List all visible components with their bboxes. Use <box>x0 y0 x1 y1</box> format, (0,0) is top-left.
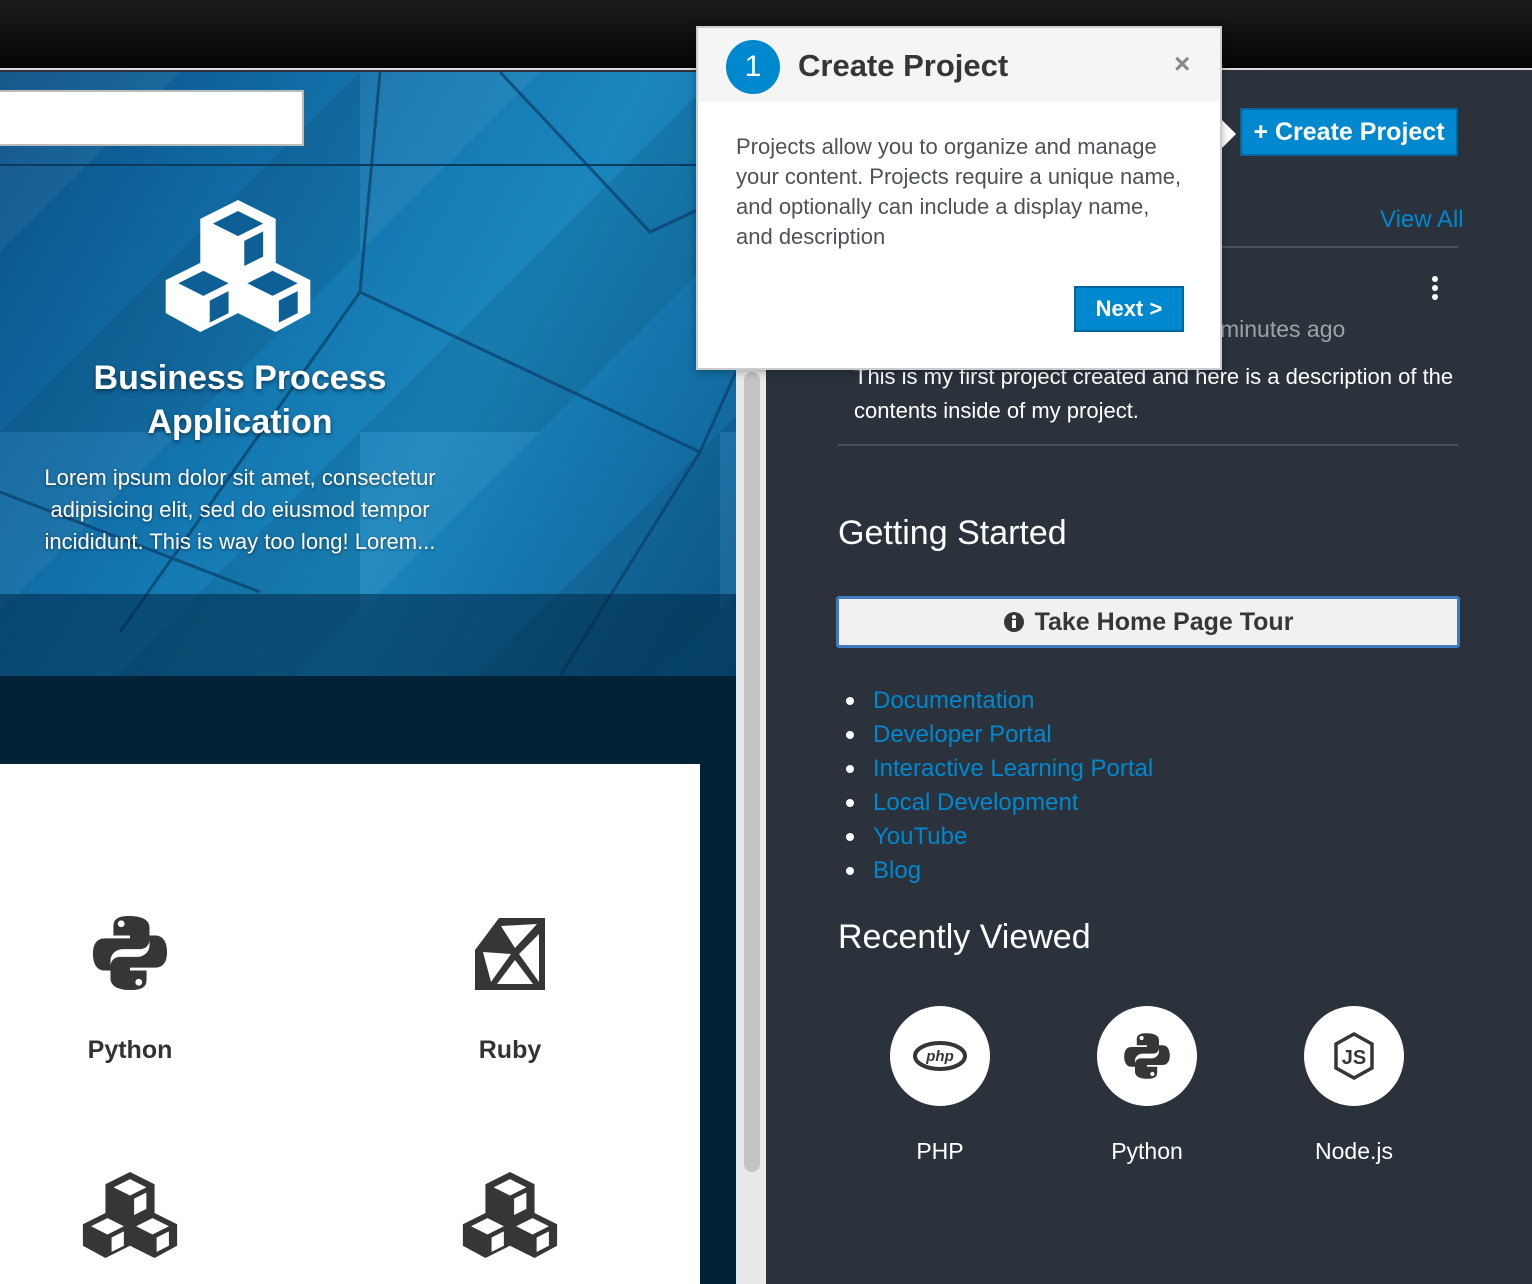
create-project-button[interactable]: + Create Project <box>1240 108 1458 156</box>
project-timestamp: minutes ago <box>1220 316 1346 342</box>
popover-body: Projects allow you to organize and manag… <box>736 134 1182 249</box>
info-icon <box>1003 612 1024 632</box>
link-interactive-learning-portal[interactable]: Interactive Learning Portal <box>873 755 1153 783</box>
getting-started-links: Documentation Developer Portal Interacti… <box>846 684 1153 888</box>
tile-label: Ruby <box>478 1036 542 1064</box>
svg-text:php: php <box>925 1048 954 1065</box>
hero-description: Lorem ipsum dolor sit amet, consectetur … <box>44 465 436 554</box>
popover-arrow <box>1220 118 1236 150</box>
take-tour-button[interactable]: Take Home Page Tour <box>836 596 1460 648</box>
tour-popover: 1 Create Project × Projects allow you to… <box>696 26 1222 370</box>
nodejs-icon: JS <box>1304 1006 1404 1106</box>
hero-title-line2: Application <box>147 403 333 441</box>
search-input[interactable] <box>0 90 304 146</box>
divider <box>838 444 1458 446</box>
step-number-badge: 1 <box>726 40 780 94</box>
link-documentation[interactable]: Documentation <box>873 687 1034 715</box>
hero-banner[interactable]: Business Process Application Lorem ipsum … <box>0 72 736 676</box>
view-all-link[interactable]: View All <box>1380 206 1464 234</box>
python-icon <box>91 914 169 992</box>
recent-item-python[interactable]: Python <box>1067 1006 1227 1165</box>
project-description: This is my first project created and her… <box>854 364 1454 423</box>
list-item: Blog <box>846 854 1153 888</box>
tile-label: Python <box>87 1036 173 1064</box>
link-developer-portal[interactable]: Developer Portal <box>873 721 1052 749</box>
cubes-icon <box>158 200 318 332</box>
list-item: YouTube <box>846 820 1153 854</box>
list-item: Interactive Learning Portal <box>846 752 1153 786</box>
popover-title: Create Project <box>798 48 1009 83</box>
list-item: Local Development <box>846 786 1153 820</box>
kebab-menu-icon[interactable] <box>1426 276 1444 304</box>
create-project-label: Create Project <box>1275 118 1445 146</box>
list-item: Developer Portal <box>846 718 1153 752</box>
ruby-icon <box>475 918 545 990</box>
popover-header: 1 Create Project × <box>698 28 1220 102</box>
recent-item-label: Python <box>1111 1138 1183 1164</box>
link-blog[interactable]: Blog <box>873 857 921 885</box>
getting-started-title: Getting Started <box>838 514 1067 552</box>
svg-text:JS: JS <box>1342 1047 1366 1069</box>
next-button[interactable]: Next > <box>1074 286 1184 332</box>
cubes-icon[interactable] <box>458 1172 562 1258</box>
catalog-tile-python[interactable]: Python <box>30 914 230 1065</box>
hero-title-line1: Business Process <box>93 359 387 397</box>
recent-item-label: PHP <box>916 1138 964 1164</box>
recent-item-php[interactable]: php PHP <box>860 1006 1020 1165</box>
recently-viewed-title: Recently Viewed <box>838 918 1091 956</box>
hero-footer <box>0 594 736 676</box>
link-local-development[interactable]: Local Development <box>873 789 1078 817</box>
cubes-icon[interactable] <box>78 1172 182 1258</box>
scrollbar-thumb[interactable] <box>744 372 760 1172</box>
recent-item-nodejs[interactable]: JS Node.js <box>1274 1006 1434 1165</box>
catalog-tile-ruby[interactable]: Ruby <box>410 914 610 1065</box>
close-icon[interactable]: × <box>1174 48 1190 80</box>
take-tour-label: Take Home Page Tour <box>1034 607 1294 636</box>
link-youtube[interactable]: YouTube <box>873 823 967 851</box>
python-icon <box>1097 1006 1197 1106</box>
catalog-card: Python Ruby <box>0 764 700 1284</box>
php-icon: php <box>890 1006 990 1106</box>
hero-title: Business Process Application <box>40 356 440 444</box>
recent-item-label: Node.js <box>1315 1138 1393 1164</box>
hero-divider <box>0 164 736 166</box>
list-item: Documentation <box>846 684 1153 718</box>
